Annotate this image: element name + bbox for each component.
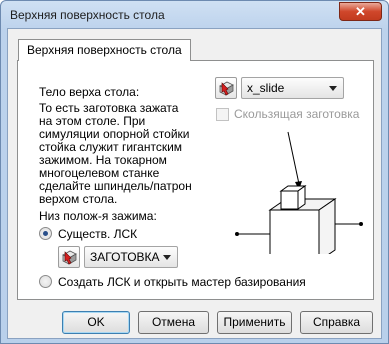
clamp-heading: Низ полож-я зажима: — [39, 209, 157, 223]
cancel-button[interactable]: Отмена — [138, 311, 209, 334]
window-title: Верхняя поверхность стола — [10, 8, 165, 22]
tab-table-top[interactable]: Верхняя поверхность стола — [18, 39, 191, 61]
create-csys-label: Создать ЛСК и открыть мастер базирования — [58, 275, 306, 289]
dialog-window: Верхняя поверхность стола ✕ Верхняя пове… — [0, 0, 389, 344]
tab-panel: Тело верха стола: То есть заготовка зажа… — [17, 60, 374, 300]
existing-csys-radio[interactable] — [39, 227, 52, 240]
table-body-heading: Тело верха стола: — [39, 85, 140, 99]
sliding-workpiece-checkbox[interactable] — [216, 108, 229, 121]
close-button[interactable]: ✕ — [339, 2, 382, 21]
table-top-illustration — [235, 131, 363, 254]
body-select[interactable]: x_slide — [241, 77, 344, 99]
sliding-workpiece-label: Скользящая заготовка — [234, 107, 360, 121]
select-body-button[interactable] — [215, 77, 237, 99]
select-body-icon — [219, 81, 234, 96]
help-button[interactable]: Справка — [300, 311, 373, 334]
csys-select-value: ЗАГОТОВКА — [90, 250, 160, 264]
create-csys-radio[interactable] — [39, 275, 52, 288]
select-csys-icon — [62, 250, 77, 265]
table-body-description: То есть заготовка зажата на этом столе. … — [39, 101, 192, 206]
select-csys-button[interactable] — [58, 246, 80, 268]
dialog-client-area: Верхняя поверхность стола Тело верха сто… — [7, 28, 382, 339]
chevron-down-icon — [163, 255, 171, 260]
ok-button[interactable]: OK — [62, 311, 130, 334]
apply-button[interactable]: Применить — [217, 311, 292, 334]
body-select-value: x_slide — [247, 81, 285, 95]
existing-csys-label: Существ. ЛСК — [58, 227, 138, 241]
csys-select[interactable]: ЗАГОТОВКА — [84, 246, 178, 268]
chevron-down-icon — [329, 86, 337, 91]
